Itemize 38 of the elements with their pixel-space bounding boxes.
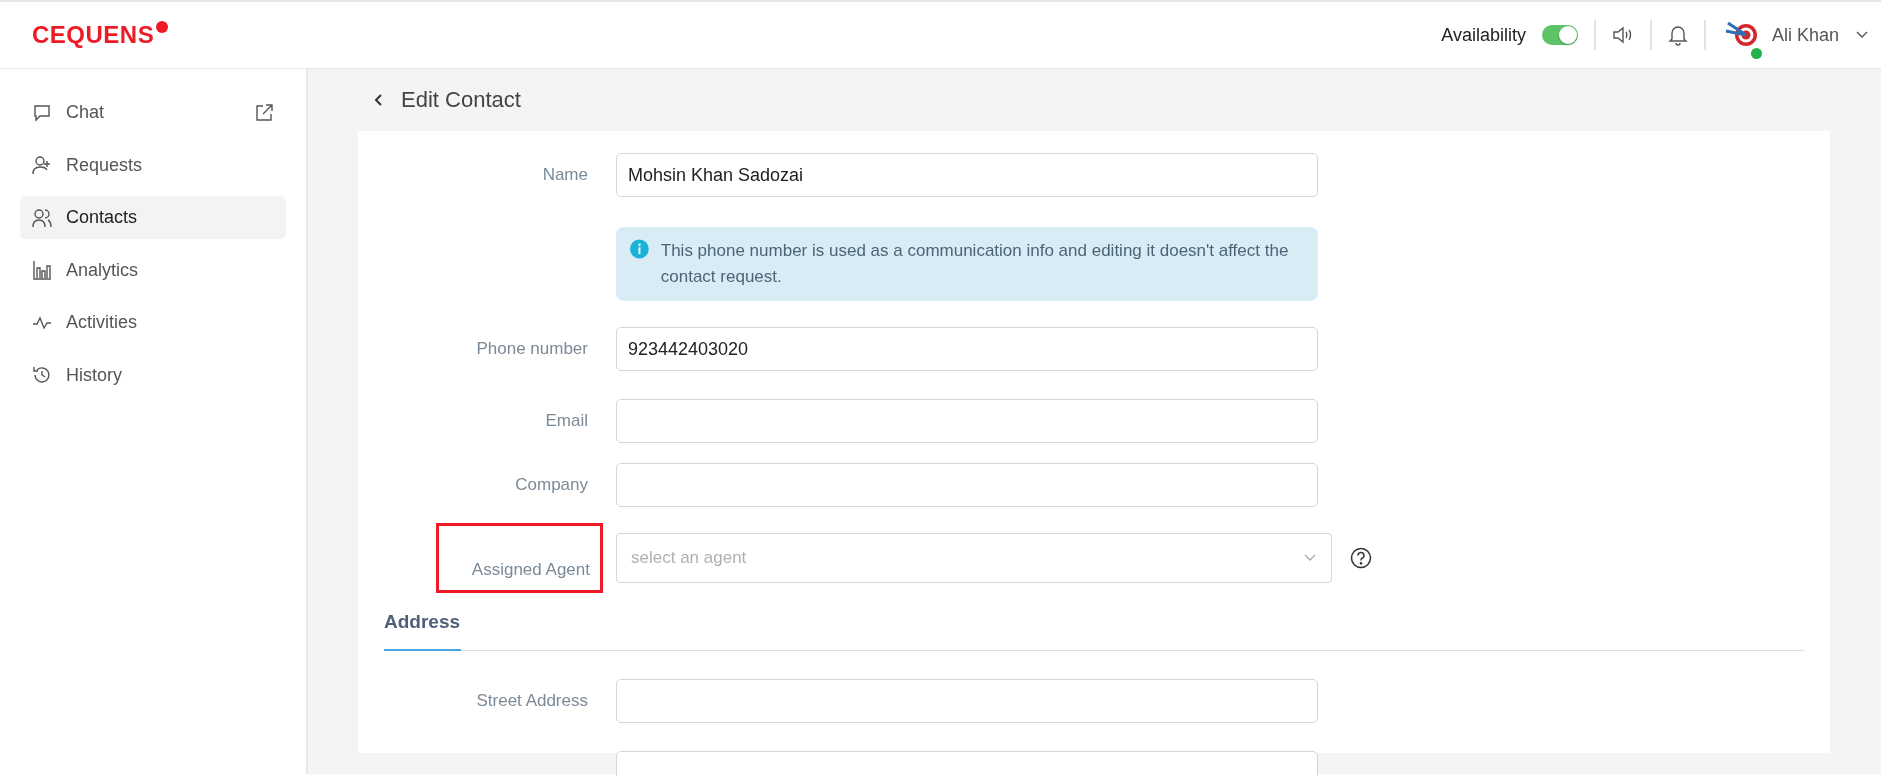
external-link-icon[interactable]: [254, 102, 274, 123]
input-field[interactable]: Mohsin Khan Sadozai: [616, 153, 1318, 197]
user-plus-icon: [32, 155, 52, 175]
availability-label: Availability: [1441, 24, 1526, 46]
info-message: This phone number is used as a communication info and editing it doesn't affect the contact request.: [660, 240, 1290, 288]
help-icon[interactable]: [1350, 547, 1372, 569]
chat-icon: [32, 102, 52, 123]
bell-icon[interactable]: [1667, 24, 1688, 46]
history-icon: [32, 365, 52, 385]
page-title: Edit Contact: [401, 87, 521, 113]
availability-toggle[interactable]: [1541, 25, 1578, 45]
sidebar-item[interactable]: Chat: [20, 91, 286, 134]
sidebar-item[interactable]: Requests: [20, 143, 286, 187]
chevron-down-icon: [1303, 553, 1317, 563]
logo[interactable]: CEQUENS: [32, 21, 155, 49]
info-icon: [630, 238, 649, 260]
field-label: Email: [545, 411, 588, 430]
user-name[interactable]: Ali Khan: [1771, 24, 1839, 46]
users-icon: [32, 207, 52, 228]
field-label: Name: [542, 165, 588, 184]
chevron-down-icon[interactable]: [1855, 30, 1869, 40]
field-label: Assigned Agent: [471, 560, 590, 580]
sidebar-item[interactable]: Contacts: [20, 196, 286, 239]
field-label: Street Address: [476, 691, 588, 710]
address-tab[interactable]: Address: [384, 603, 461, 651]
logo-dot-icon: [156, 21, 169, 33]
input-field[interactable]: [616, 399, 1318, 443]
field-label: Phone number: [476, 339, 588, 358]
field-label: Company: [515, 475, 588, 494]
sidebar-item[interactable]: Analytics: [20, 248, 286, 292]
sidebar-item[interactable]: History: [20, 353, 286, 397]
input-field[interactable]: 923442403020: [616, 327, 1318, 371]
input-field[interactable]: [616, 679, 1318, 723]
back-icon[interactable]: [372, 92, 384, 108]
sidebar-item[interactable]: Activities: [20, 301, 286, 344]
input-field[interactable]: [616, 463, 1318, 507]
speaker-icon[interactable]: [1611, 25, 1634, 45]
bar-chart-icon: [32, 260, 52, 280]
